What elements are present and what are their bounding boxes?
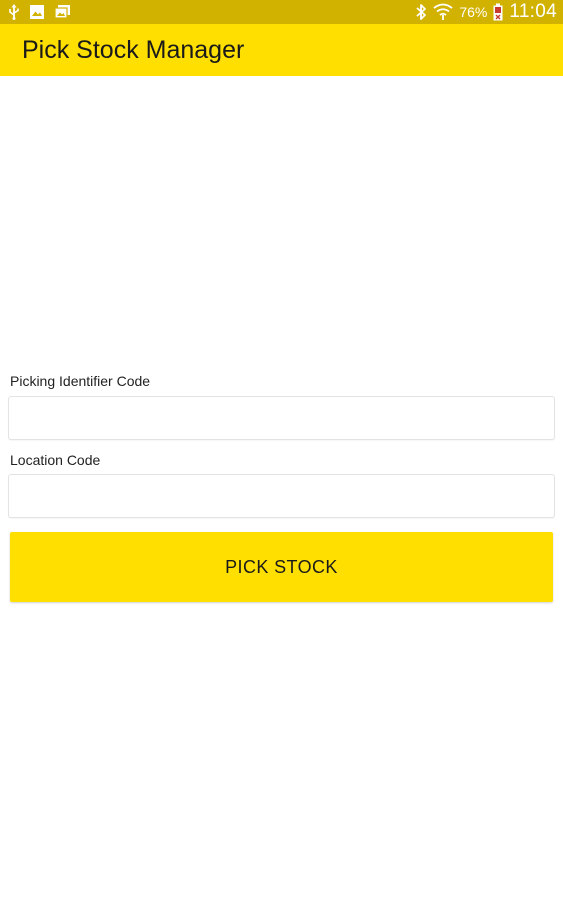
picking-code-label: Picking Identifier Code xyxy=(10,373,151,389)
photo-stack-icon xyxy=(54,4,71,20)
system-icons: 76% 11:04 xyxy=(415,0,557,24)
battery-percent: 76% xyxy=(459,4,488,20)
wifi-icon xyxy=(433,3,453,21)
notification-icons xyxy=(8,3,71,21)
location-code-input[interactable] xyxy=(8,474,555,518)
location-code-label: Location Code xyxy=(10,452,101,468)
picking-code-input[interactable] xyxy=(8,396,555,440)
battery-icon xyxy=(493,3,503,21)
pick-stock-button[interactable]: PICK STOCK xyxy=(10,532,553,602)
bluetooth-icon xyxy=(415,3,427,21)
status-bar: 76% 11:04 xyxy=(0,0,563,24)
app-title: Pick Stock Manager xyxy=(22,36,245,64)
usb-icon xyxy=(8,4,20,20)
clock: 11:04 xyxy=(509,1,557,22)
image-icon xyxy=(29,4,45,20)
app-bar: Pick Stock Manager xyxy=(0,24,563,76)
